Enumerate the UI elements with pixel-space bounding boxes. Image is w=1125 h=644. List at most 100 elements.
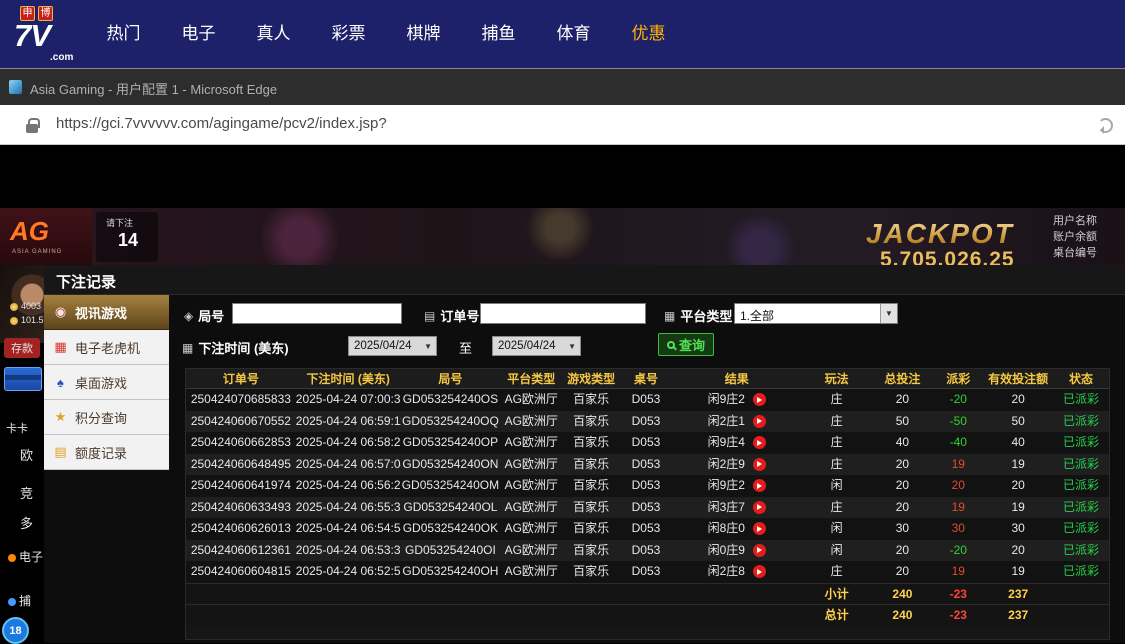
sidebar-item-points-query[interactable]: ★ 积分查询 <box>44 400 169 435</box>
play-triangle <box>757 547 763 554</box>
table-row[interactable]: 250424060612361 2025-04-24 06:53:37 GD05… <box>186 539 1109 561</box>
site-logo[interactable]: 申 博 7V .com <box>14 2 92 66</box>
cell-order-number: 250424060670552 <box>190 413 291 428</box>
cell-result: 闲9庄4 <box>672 432 802 454</box>
nav-item-sports[interactable]: 体育 <box>536 0 611 68</box>
play-video-icon[interactable] <box>752 457 766 471</box>
play-video-icon[interactable] <box>752 436 766 450</box>
refresh-icon[interactable] <box>1098 118 1113 134</box>
cell-round-number: GD053254240OH <box>402 564 499 578</box>
menu-eu-fragment[interactable]: 欧 <box>20 445 33 464</box>
cell-play-type: 庄 <box>830 392 843 406</box>
play-video-icon[interactable] <box>752 393 766 407</box>
jackpot-label: JACKPOT <box>866 218 1014 249</box>
result-text: 闲2庄1 <box>707 413 745 428</box>
cell-platform-type: AG欧洲厅 <box>504 542 558 557</box>
cell-table-number: D053 <box>631 413 661 428</box>
table-row[interactable]: 250424060604815 2025-04-24 06:52:51 GD05… <box>186 561 1109 583</box>
cell-play-type: 庄 <box>830 456 843 471</box>
cell-bet-time: 2025-04-24 06:56:25 <box>295 478 401 492</box>
deposit-button-fragment[interactable]: 存款 <box>4 338 40 358</box>
browser-title-bar: Asia Gaming - 用户配置 1 - Microsoft Edge <box>0 68 1125 105</box>
menu-bu-fragment[interactable]: 捕 <box>8 592 31 609</box>
play-video-icon[interactable] <box>752 565 766 579</box>
url-text[interactable]: https://gci.7vvvvvv.com/agingame/pcv2/in… <box>56 115 387 132</box>
subtotal-payout: -23 <box>949 586 967 601</box>
account-info-table: 桌台编号 <box>1053 247 1097 259</box>
bet-prompt-text: 请下注 <box>106 218 134 228</box>
cell-status: 已派彩 <box>1063 478 1100 492</box>
casino-banner: AG ASIA GAMING 请下注 14 JACKPOT 5,705,026.… <box>0 208 1125 271</box>
result-text: 闲9庄2 <box>707 392 745 406</box>
nav-item-slots[interactable]: 电子 <box>161 0 236 68</box>
play-video-icon[interactable] <box>752 500 766 514</box>
total-label: 总计 <box>824 608 849 622</box>
nav-item-hot[interactable]: 热门 <box>86 0 161 68</box>
page-favicon-icon <box>9 80 22 94</box>
lock-icon[interactable] <box>26 118 40 133</box>
date-to-dropdown[interactable]: 2025/04/24 ▼ <box>492 336 581 356</box>
cell-platform-type: AG欧洲厅 <box>504 456 558 471</box>
cell-status: 已派彩 <box>1063 542 1100 557</box>
nav-item-chess[interactable]: 棋牌 <box>386 0 461 68</box>
subtotal-spacer <box>186 584 802 605</box>
cell-table-number: D053 <box>631 435 661 449</box>
table-row[interactable]: 250424060641974 2025-04-24 06:56:25 GD05… <box>186 475 1109 497</box>
date-from-dropdown[interactable]: 2025/04/24 ▼ <box>348 336 437 356</box>
chevron-down-icon[interactable]: ▼ <box>880 304 897 323</box>
nav-item-live[interactable]: 真人 <box>236 0 311 68</box>
badge-18-icon: 18 <box>2 617 29 644</box>
play-video-icon[interactable] <box>752 522 766 536</box>
subtotal-status <box>1053 584 1109 605</box>
play-triangle <box>757 504 763 511</box>
table-row[interactable]: 250424060626013 2025-04-24 06:54:54 GD05… <box>186 518 1109 540</box>
nav-item-fishing[interactable]: 捕鱼 <box>461 0 536 68</box>
table-row[interactable]: 250424060662853 2025-04-24 06:58:27 GD05… <box>186 432 1109 454</box>
menu-dianzi-fragment[interactable]: 电子 <box>8 548 43 565</box>
account-info-username: 用户名称 <box>1053 215 1097 227</box>
sidebar-item-live-games[interactable]: ◉ 视讯游戏 <box>44 295 169 330</box>
search-button[interactable]: 查询 <box>658 333 714 356</box>
cell-round-number: GD053254240OL <box>403 499 498 514</box>
header-time: 下注时间 (美东) <box>306 372 390 386</box>
sidebar-item-table-games[interactable]: ♠ 桌面游戏 <box>44 365 169 400</box>
table-row[interactable]: 250424060633493 2025-04-24 06:55:33 GD05… <box>186 496 1109 518</box>
platform-type-select[interactable]: 1.全部 ▼ <box>734 303 898 324</box>
menu-jing-fragment[interactable]: 竞 <box>20 483 33 502</box>
cell-payout: -20 <box>949 542 967 557</box>
cell-platform-type: AG欧洲厅 <box>504 564 558 578</box>
order-number-input[interactable] <box>480 303 646 324</box>
play-triangle <box>757 568 763 575</box>
browser-address-bar[interactable]: https://gci.7vvvvvv.com/agingame/pcv2/in… <box>0 105 1125 145</box>
result-text: 闲8庄0 <box>707 521 745 535</box>
cell-valid-bet: 20 <box>1011 478 1025 492</box>
window-title: Asia Gaming - 用户配置 1 - Microsoft Edge <box>30 82 278 97</box>
play-video-icon[interactable] <box>752 414 766 428</box>
menu-duo-fragment[interactable]: 多 <box>20 513 33 532</box>
sidebar-item-slot-machines[interactable]: ▦ 电子老虎机 <box>44 330 169 365</box>
table-total-row: 总计 240 -23 237 <box>186 604 1109 626</box>
video-camera-icon: ◉ <box>54 304 67 319</box>
cell-play-type: 闲 <box>830 478 843 492</box>
table-row[interactable]: 250424060670552 2025-04-24 06:59:11 GD05… <box>186 410 1109 432</box>
play-triangle <box>757 525 763 532</box>
header-status: 状态 <box>1069 372 1094 386</box>
play-triangle <box>757 461 763 468</box>
play-video-icon[interactable] <box>752 479 766 493</box>
sidebar-item-quota-records[interactable]: ▤ 额度记录 <box>44 435 169 470</box>
round-number-input[interactable] <box>232 303 402 324</box>
cell-order-number: 250424060604815 <box>190 564 291 578</box>
cell-payout: -20 <box>949 392 967 406</box>
table-row[interactable]: 250424060648495 2025-04-24 06:57:04 GD05… <box>186 453 1109 475</box>
card-menu-fragment[interactable]: 卡卡 <box>6 420 28 436</box>
play-video-icon[interactable] <box>752 543 766 557</box>
cell-game-type: 百家乐 <box>573 413 610 428</box>
table-row[interactable]: 250424070685833 2025-04-24 07:00:33 GD05… <box>186 389 1109 411</box>
nav-item-lottery[interactable]: 彩票 <box>311 0 386 68</box>
nav-item-promo[interactable]: 优惠 <box>611 0 686 68</box>
cell-order-number: 250424060626013 <box>190 521 291 535</box>
total-payout: -23 <box>949 608 967 622</box>
cell-game-type: 百家乐 <box>573 542 610 557</box>
cell-order-number: 250424060641974 <box>190 478 291 492</box>
header-payout: 派彩 <box>946 372 971 386</box>
